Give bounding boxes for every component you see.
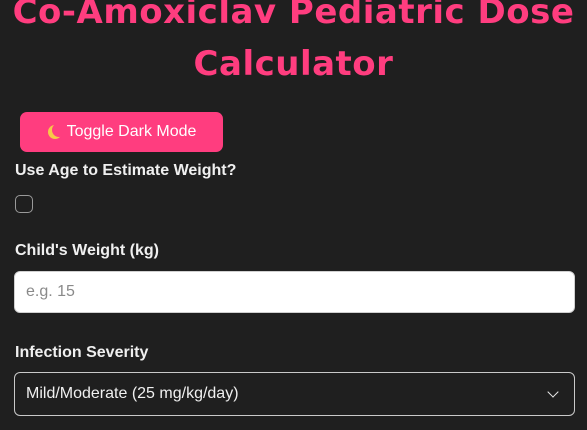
page-title-line-1: Co-Amoxiclav Pediatric Dose <box>12 0 575 32</box>
page-title-line-2: Calculator <box>193 44 394 84</box>
moon-icon <box>52 123 66 137</box>
weight-label: Child's Weight (kg) <box>15 242 159 259</box>
use-age-label: Use Age to Estimate Weight? <box>15 162 237 179</box>
toggle-dark-mode-button[interactable]: Toggle Dark Mode <box>20 112 223 152</box>
severity-label: Infection Severity <box>15 344 149 361</box>
weight-input[interactable] <box>14 271 575 313</box>
toggle-dark-mode-label: Toggle Dark Mode <box>66 123 197 140</box>
page-title: Co-Amoxiclav Pediatric Dose Calculator <box>0 0 587 90</box>
severity-selected-value: Mild/Moderate (25 mg/kg/day) <box>26 385 239 402</box>
use-age-checkbox[interactable] <box>15 195 33 213</box>
severity-select[interactable]: Mild/Moderate (25 mg/kg/day) <box>14 372 575 416</box>
calculator-page: Co-Amoxiclav Pediatric Dose Calculator T… <box>0 0 587 430</box>
chevron-down-icon <box>547 386 559 398</box>
